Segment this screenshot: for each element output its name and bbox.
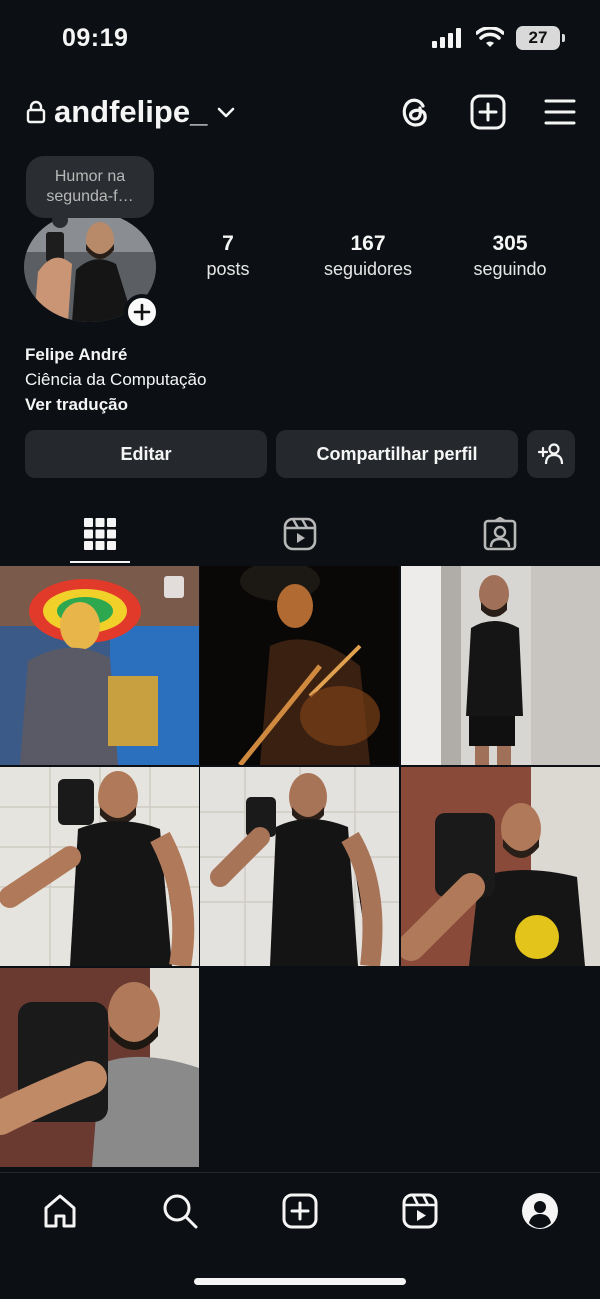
stat-posts-label: posts [206,259,250,279]
stat-following-value: 305 [492,232,528,255]
post-thumbnail[interactable] [0,566,199,765]
threads-icon[interactable] [398,94,432,130]
nav-search[interactable] [160,1191,200,1231]
wifi-icon [476,27,504,47]
search-icon [163,1194,198,1229]
tab-posts-grid[interactable] [70,505,130,563]
edit-profile-button[interactable]: Editar [25,430,267,478]
home-indicator [194,1278,406,1285]
tab-tagged[interactable] [470,505,530,563]
create-icon [282,1193,318,1229]
stat-followers-label: seguidores [323,259,413,279]
username[interactable]: andfelipe_ [54,94,207,130]
profile-icon [522,1193,558,1229]
nav-reels[interactable] [400,1191,440,1231]
display-name: Felipe André [25,345,128,364]
post-thumbnail[interactable] [200,767,399,966]
note-text: Humor na segunda-f… [46,168,134,205]
add-story-button[interactable] [124,294,160,330]
tab-reels[interactable] [270,505,330,563]
post-thumbnail[interactable] [401,767,600,966]
post-thumbnail[interactable] [200,566,399,765]
reels-icon [402,1193,438,1229]
add-person-icon [538,443,564,465]
grid-icon [84,518,116,550]
post-thumbnail[interactable] [0,767,199,966]
note-bubble[interactable]: Humor na segunda-f… [26,156,154,228]
stat-posts-value: 7 [222,232,234,255]
bio-section: Felipe André Ciência da Computação Ver t… [25,342,206,417]
bottom-navigation [0,1172,600,1248]
signal-icon [432,28,461,48]
profile-tabs [0,505,600,563]
post-thumbnail[interactable] [401,566,600,765]
profile-header: andfelipe_ [26,88,576,136]
profile-avatar[interactable] [24,212,160,330]
status-indicators: 27 [432,26,565,50]
translate-link[interactable]: Ver tradução [25,392,206,417]
nav-home[interactable] [40,1191,80,1231]
battery-indicator: 27 [516,26,565,50]
tagged-icon [483,517,517,551]
nav-create[interactable] [280,1191,320,1231]
active-tab-indicator [70,561,130,563]
post-thumbnail[interactable] [0,968,199,1167]
nav-profile[interactable] [520,1191,560,1231]
home-icon [44,1194,76,1228]
share-profile-button[interactable]: Compartilhar perfil [276,430,518,478]
discover-people-button[interactable] [527,430,575,478]
menu-icon[interactable] [544,98,576,126]
battery-level: 27 [528,28,548,47]
plus-icon [133,303,151,321]
stat-followers[interactable]: 167 seguidores [312,232,424,280]
chevron-down-icon[interactable] [215,101,237,123]
stat-following-label: seguindo [473,259,547,279]
stat-followers-value: 167 [350,232,386,255]
new-post-icon[interactable] [470,94,506,130]
status-time: 09:19 [62,24,129,52]
reels-icon [283,517,317,551]
bio-text: Ciência da Computação [25,370,207,389]
stat-posts[interactable]: 7 posts [188,232,268,280]
lock-icon [26,100,46,124]
stat-following[interactable]: 305 seguindo [462,232,558,280]
